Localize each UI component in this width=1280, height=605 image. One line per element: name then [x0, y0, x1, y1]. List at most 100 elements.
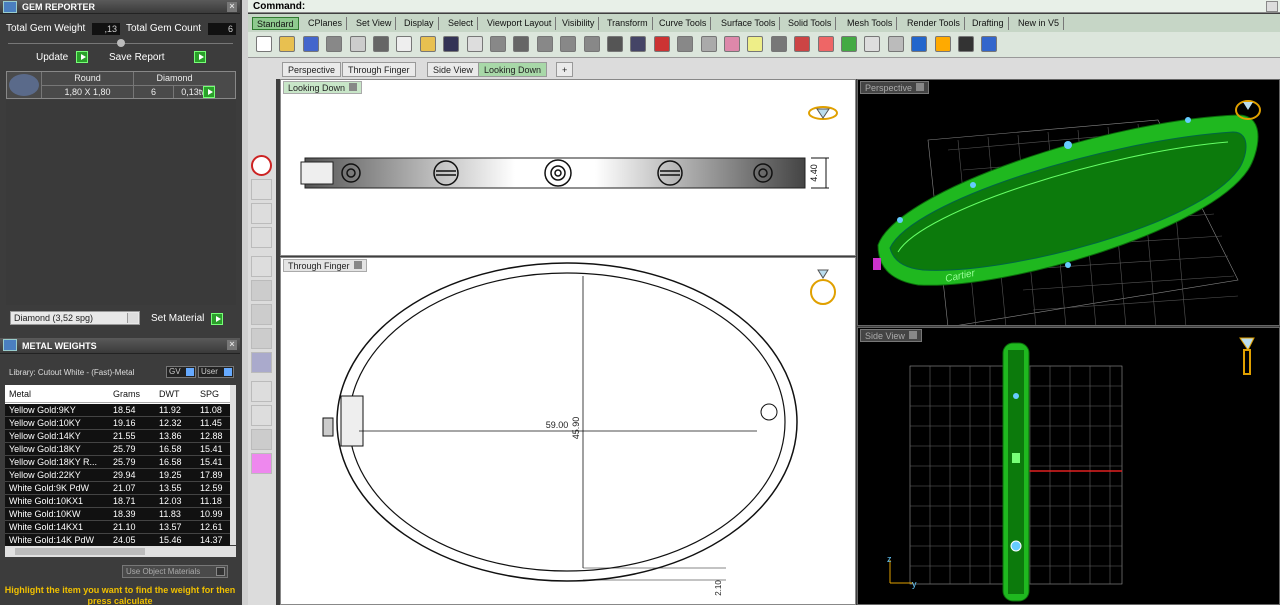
view-tab-perspective[interactable]: Perspective [282, 62, 342, 77]
table-row[interactable]: Yellow Gold:22KY 29.94 19.25 17.89 [5, 469, 230, 482]
save-report-button[interactable] [194, 51, 206, 63]
toolbar-tab-visibility[interactable]: Visibility [558, 17, 600, 30]
column-header-grams[interactable]: Grams [113, 385, 140, 403]
table-row[interactable]: White Gold:10KX1 18.71 12.03 11.18 [5, 495, 230, 508]
axes-icon[interactable] [251, 256, 272, 277]
zoom-selected-icon[interactable] [583, 36, 600, 52]
hide-icon[interactable] [677, 36, 694, 52]
toolbar-tab-display[interactable]: Display [400, 17, 439, 30]
color-wheel-icon[interactable] [817, 36, 834, 52]
material-select[interactable]: Diamond (3,52 spg) [10, 311, 140, 325]
light-icon[interactable] [747, 36, 764, 52]
view-tab-side-view[interactable]: Side View [427, 62, 479, 77]
slider-handle[interactable] [117, 39, 125, 47]
zoom-extents-icon[interactable] [560, 36, 577, 52]
column-header-metal[interactable]: Metal [9, 385, 31, 403]
box-icon[interactable] [251, 352, 272, 373]
view-tab-through-finger[interactable]: Through Finger [342, 62, 416, 77]
toolbar-tab-solid-tools[interactable]: Solid Tools [784, 17, 837, 30]
point-icon[interactable] [700, 36, 717, 52]
table-row[interactable]: Yellow Gold:14KY 21.55 13.86 12.88 [5, 430, 230, 443]
toolbar-tab-render-tools[interactable]: Render Tools [903, 17, 965, 30]
lock-icon[interactable] [770, 36, 787, 52]
gem-table[interactable]: Round Diamond 1,80 X 1,80 6 0,13tw [6, 71, 236, 99]
info-icon[interactable] [251, 155, 272, 176]
move-icon[interactable] [490, 36, 506, 52]
toolbar-tab-surface-tools[interactable]: Surface Tools [717, 17, 781, 30]
table-row[interactable]: Yellow Gold:9KY 18.54 11.92 11.08 [5, 404, 230, 417]
undo-icon[interactable] [443, 36, 460, 52]
add-tab-button[interactable]: + [556, 62, 574, 77]
camera-icon[interactable] [958, 36, 974, 52]
user-toggle[interactable]: User [198, 366, 234, 378]
table-row[interactable]: White Gold:9K PdW 21.07 13.55 12.59 [5, 482, 230, 495]
table-row[interactable]: Yellow Gold:18KY R... 25.79 16.58 15.41 [5, 456, 230, 469]
toolbar-tab-new-in-v5[interactable]: New in V5 [1014, 17, 1065, 30]
toolbar-tab-select[interactable]: Select [444, 17, 479, 30]
box-icon[interactable] [251, 280, 272, 301]
circle-icon[interactable] [251, 203, 272, 224]
toolbar-tab-standard[interactable]: Standard [252, 17, 299, 30]
point-icon[interactable] [251, 179, 272, 200]
render-icon[interactable] [841, 36, 857, 52]
column-header-spg[interactable]: SPG [200, 385, 219, 403]
save-icon[interactable] [302, 36, 319, 52]
layer-icon[interactable] [794, 36, 811, 52]
material-icon[interactable] [887, 36, 904, 52]
toolbar-tab-curve-tools[interactable]: Curve Tools [655, 17, 712, 30]
viewport-through-finger[interactable]: Through Finger 59.00 45.90 2.10 [280, 257, 856, 605]
toolbar-tab-transform[interactable]: Transform [603, 17, 653, 30]
car-icon[interactable] [653, 36, 670, 52]
viewport-looking-down[interactable]: Looking Down 4.40 [280, 79, 856, 256]
toolbar-tab-mesh-tools[interactable]: Mesh Tools [843, 17, 898, 30]
node-icon[interactable] [251, 227, 272, 248]
raytrace-icon[interactable] [911, 36, 928, 52]
table-row[interactable]: White Gold:10KW 18.39 11.83 10.99 [5, 508, 230, 521]
viewport-side-view[interactable]: Side View z y [857, 327, 1280, 605]
paste-icon[interactable] [419, 36, 436, 52]
close-icon[interactable]: × [227, 2, 237, 12]
gear-icon[interactable] [251, 453, 272, 474]
rotate-view-icon[interactable] [607, 36, 623, 52]
metal-weights-table[interactable]: Metal Grams DWT SPG Yellow Gold:9KY 18.54 11.… [5, 385, 236, 547]
scrollbar-thumb[interactable] [15, 548, 145, 555]
pan-icon[interactable] [466, 36, 483, 52]
gv-toggle[interactable]: GV [166, 366, 196, 378]
new-file-icon[interactable] [256, 36, 272, 52]
use-object-materials-checkbox[interactable]: Use Object Materials [122, 565, 228, 578]
print-icon[interactable] [326, 36, 343, 52]
help-icon[interactable] [981, 36, 998, 52]
open-icon[interactable] [279, 36, 296, 52]
curve-icon[interactable] [251, 381, 272, 402]
toolbar-tab-drafting[interactable]: Drafting [968, 17, 1009, 30]
close-icon[interactable]: × [227, 340, 237, 350]
box-icon[interactable] [251, 328, 272, 349]
import-icon[interactable] [349, 36, 366, 52]
vertical-scrollbar[interactable] [230, 385, 236, 545]
toolbar-tab-set-view[interactable]: Set View [352, 17, 397, 30]
surface-icon[interactable] [251, 405, 272, 426]
table-row[interactable]: Yellow Gold:10KY 19.16 12.32 11.45 [5, 417, 230, 430]
horizontal-scrollbar[interactable] [5, 546, 236, 557]
viewport-layout-icon[interactable] [630, 36, 647, 52]
gem-row-button[interactable] [203, 86, 215, 98]
sphere-icon[interactable] [864, 36, 881, 52]
snap-icon[interactable] [724, 36, 740, 52]
copy-icon[interactable] [396, 36, 413, 52]
checkbox-icon[interactable] [216, 567, 225, 576]
viewport-perspective[interactable]: Perspective Cartier [857, 79, 1280, 326]
cut-icon[interactable] [373, 36, 389, 52]
sun-icon[interactable] [934, 36, 951, 52]
set-material-button[interactable] [211, 313, 223, 325]
command-bar[interactable]: Command: [248, 0, 1280, 13]
toolbar-tab-viewport-layout[interactable]: Viewport Layout [483, 17, 557, 30]
command-scroll-icon[interactable] [1266, 1, 1278, 12]
column-header-dwt[interactable]: DWT [159, 385, 180, 403]
table-row[interactable]: Yellow Gold:18KY 25.79 16.58 15.41 [5, 443, 230, 456]
table-row[interactable]: White Gold:14KX1 21.10 13.57 12.61 [5, 521, 230, 534]
mesh-icon[interactable] [251, 429, 272, 450]
toolbar-tab-cplanes[interactable]: CPlanes [304, 17, 348, 30]
update-button[interactable] [76, 51, 88, 63]
box-icon[interactable] [251, 304, 272, 325]
chevron-down-icon[interactable] [127, 313, 138, 323]
